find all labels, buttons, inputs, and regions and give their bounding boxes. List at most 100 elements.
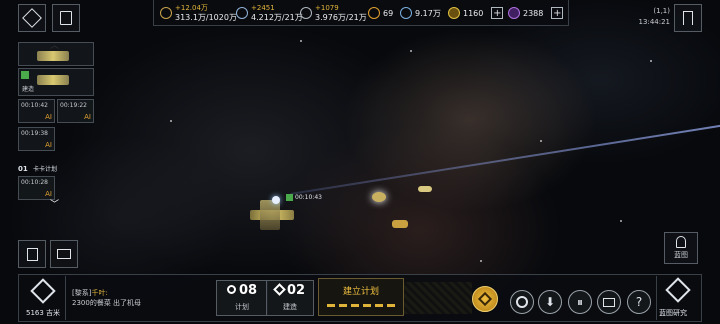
folder-icon xyxy=(603,297,615,307)
queue-item[interactable]: 00:19:22 AI xyxy=(57,99,94,123)
galaxy-button[interactable] xyxy=(510,290,534,314)
ai-marker: AI xyxy=(84,113,91,121)
star xyxy=(650,60,652,62)
fleet-timer: 00:10:43 xyxy=(286,194,322,201)
plan-count-label: 计划 xyxy=(235,303,249,311)
metal-amount: 313.1万/1020万 xyxy=(175,13,237,22)
download-button[interactable]: ⬇ xyxy=(538,290,562,314)
blueprint-research-button[interactable]: 蓝图研究 xyxy=(656,276,700,320)
coordinates: (1,1) xyxy=(653,7,670,15)
tasks-button[interactable] xyxy=(52,4,80,32)
mail-button[interactable] xyxy=(50,240,78,268)
ai-marker: AI xyxy=(45,141,52,149)
queue-building-label: 建造 xyxy=(22,86,35,93)
build-count-icon xyxy=(273,283,286,296)
map-button[interactable] xyxy=(18,4,46,32)
folder-button[interactable] xyxy=(597,290,621,314)
blueprint-label: 蓝图 xyxy=(674,251,688,259)
chat-sender: 千叶: xyxy=(91,289,108,297)
blueprint-button[interactable]: 蓝图 xyxy=(664,232,698,264)
plan-count: 08 xyxy=(238,283,258,298)
galaxy-icon xyxy=(516,296,528,308)
gem-icon xyxy=(508,7,520,19)
fleet-button[interactable]: ⏸ xyxy=(568,290,592,314)
build-plan-panel[interactable]: 建立计划 xyxy=(318,278,404,316)
energy-icon xyxy=(368,7,380,19)
enemy-ship[interactable] xyxy=(418,186,432,192)
map-icon xyxy=(22,8,42,28)
help-icon: ? xyxy=(635,295,643,309)
build-plan-empty-area xyxy=(404,282,472,314)
build-plan-title: 建立计划 xyxy=(342,287,379,297)
crystal-icon xyxy=(236,7,248,19)
chat-box[interactable]: [黎系]千叶: 2300的餐菜 出了机母 xyxy=(72,288,212,318)
build-plan-action-button[interactable] xyxy=(472,286,498,312)
queue-item-building[interactable]: 建造 xyxy=(18,68,94,96)
distance-label: 5163 吉米 xyxy=(26,309,61,317)
gas-icon xyxy=(300,7,312,19)
queue-expand-button[interactable]: ﹀ xyxy=(50,197,59,210)
clock: 13:44:21 xyxy=(638,18,670,26)
build-action-icon xyxy=(477,291,493,307)
credits-value[interactable]: 9.17万 xyxy=(400,0,441,26)
energy-value[interactable]: 69 xyxy=(368,0,393,26)
bookmark-button[interactable] xyxy=(674,4,702,32)
clipboard-icon xyxy=(60,11,72,25)
star xyxy=(300,40,302,42)
mail-icon xyxy=(57,249,71,259)
build-count: 02 xyxy=(286,283,306,298)
blueprint-icon xyxy=(676,236,686,248)
star xyxy=(410,50,412,52)
gems-value[interactable]: 2388 + xyxy=(508,0,564,26)
star xyxy=(170,120,172,122)
notes-icon xyxy=(26,247,38,261)
plan-label: 卡卡计划 xyxy=(32,166,57,173)
queue-timer: 00:19:22 xyxy=(60,102,87,109)
star xyxy=(620,220,622,222)
location-clock: (1,1) 13:44:21 xyxy=(622,6,670,28)
ship-thumbnail xyxy=(37,51,69,61)
crystal-amount: 4.212万/21万 xyxy=(251,13,303,22)
build-plan-slots xyxy=(327,304,395,307)
star xyxy=(540,140,542,142)
resource-gas[interactable]: +1079 3.976万/21万 xyxy=(300,0,367,26)
plan-icon xyxy=(226,285,236,294)
fleet-icon: ⏸ xyxy=(576,294,583,309)
plan-header[interactable]: 01 卡卡计划 xyxy=(18,164,94,173)
coin-icon xyxy=(448,7,460,19)
crystal-gain: +2451 xyxy=(251,4,275,12)
home-base-button[interactable]: 5163 吉米 xyxy=(22,276,66,320)
bookmark-icon xyxy=(683,11,693,25)
enemy-ship[interactable] xyxy=(392,220,408,228)
build-counter[interactable]: 02 建造 xyxy=(266,280,314,316)
player-fleet[interactable] xyxy=(248,196,298,236)
blueprint-research-icon xyxy=(665,277,691,303)
queue-item[interactable] xyxy=(18,42,94,66)
help-button[interactable]: ? xyxy=(627,290,651,314)
queue-timer: 00:19:38 xyxy=(21,130,48,137)
notes-button[interactable] xyxy=(18,240,46,268)
gas-gain: +1079 xyxy=(315,4,339,12)
credits-icon xyxy=(400,7,412,19)
build-count-label: 建造 xyxy=(283,303,297,311)
add-gems-button[interactable]: + xyxy=(551,7,564,19)
enemy-ship[interactable] xyxy=(372,192,386,202)
ai-marker: AI xyxy=(45,113,52,121)
resource-crystal[interactable]: +2451 4.212万/21万 xyxy=(236,0,303,26)
queue-timer: 00:10:28 xyxy=(21,179,48,186)
queue-item[interactable]: 00:19:38 AI xyxy=(18,127,55,151)
metal-icon xyxy=(160,7,172,19)
add-coins-button[interactable]: + xyxy=(491,7,504,19)
chat-message: 2300的餐菜 出了机母 xyxy=(72,299,142,307)
star xyxy=(480,260,482,262)
gas-amount: 3.976万/21万 xyxy=(315,13,367,22)
chat-tag: [黎系] xyxy=(72,289,92,297)
build-icon xyxy=(21,71,29,79)
ship-thumbnail xyxy=(37,75,69,85)
queue-item[interactable]: 00:10:42 AI xyxy=(18,99,55,123)
coins-value[interactable]: 1160 + xyxy=(448,0,504,26)
plan-counter[interactable]: 08 计划 xyxy=(216,280,268,316)
queue-timer: 00:10:42 xyxy=(21,102,48,109)
resource-metal[interactable]: +12.04万 313.1万/1020万 xyxy=(160,0,237,26)
blueprint-research-label: 蓝图研究 xyxy=(659,309,687,317)
